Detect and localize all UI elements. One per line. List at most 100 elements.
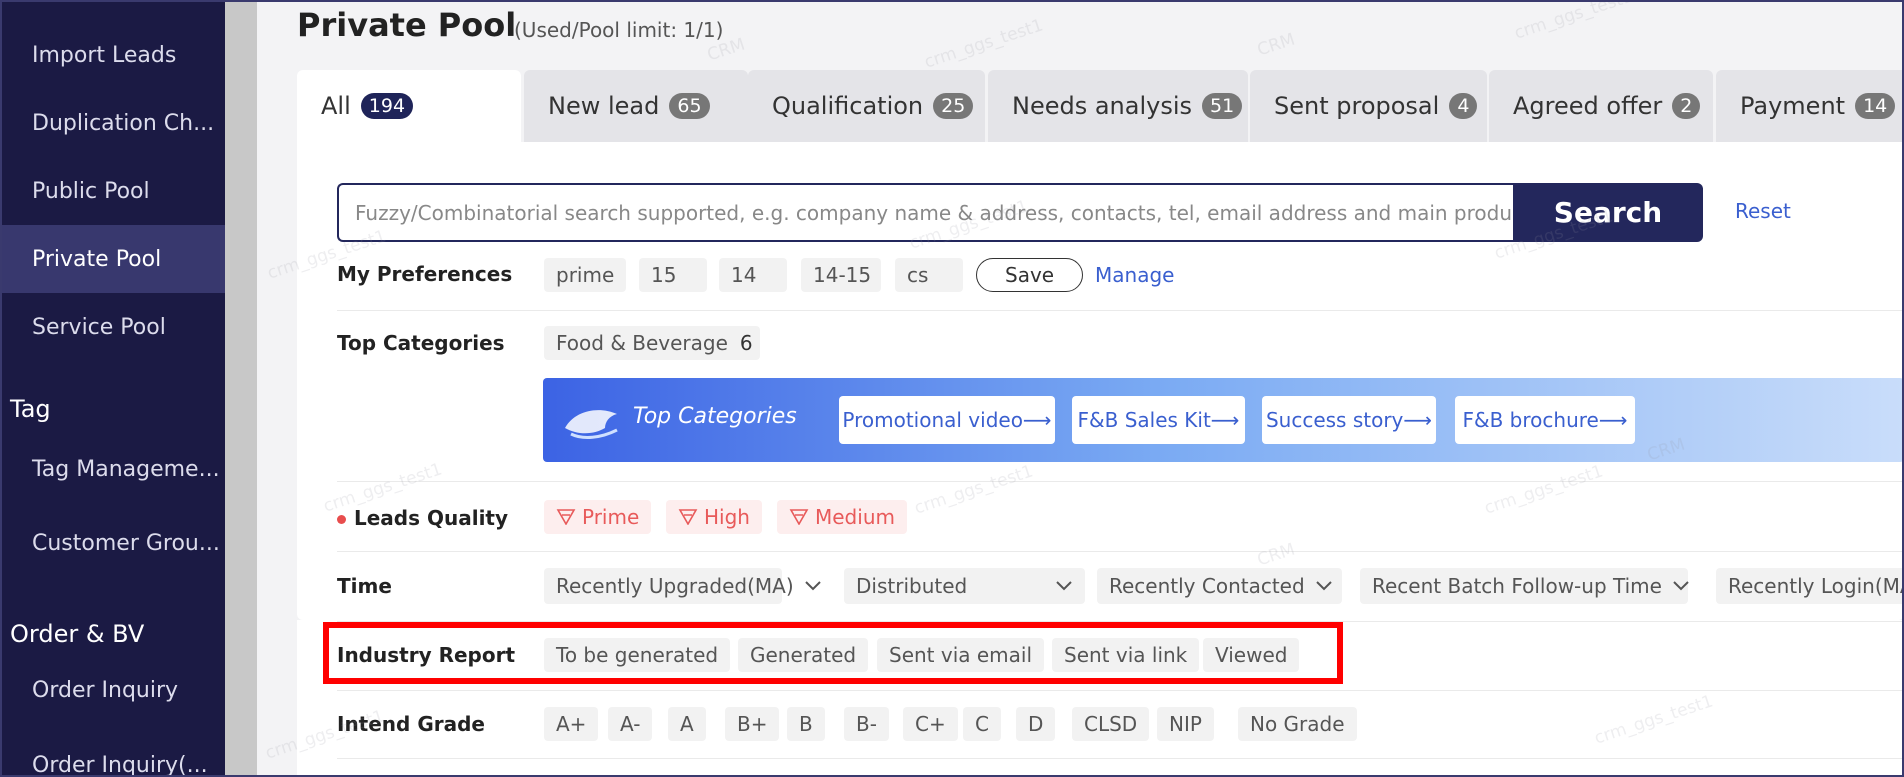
preference-chip[interactable]: 14-15 [801, 258, 881, 292]
tab-new-lead[interactable]: New lead 65 [524, 70, 748, 142]
sidebar-item-order-inquiry-2[interactable]: Order Inquiry(... [0, 731, 225, 777]
promotional-video-button[interactable]: Promotional video⟶ [839, 396, 1055, 444]
divider [337, 690, 1904, 691]
sidebar-item-order-inquiry[interactable]: Order Inquiry [0, 656, 225, 724]
tab-qualification[interactable]: Qualification 25 [748, 70, 985, 142]
grade-chip-b-plus[interactable]: B+ [725, 707, 780, 741]
leads-quality-label: Leads Quality [354, 506, 509, 530]
fb-brochure-button[interactable]: F&B brochure⟶ [1455, 396, 1635, 444]
sidebar-item-label: Customer Grou... [32, 530, 220, 556]
recent-batch-followup-dropdown[interactable]: Recent Batch Follow-up Time [1360, 568, 1689, 604]
dropdown-label: Recently Login(MA [1728, 574, 1904, 598]
sidebar-item-public-pool[interactable]: Public Pool [0, 157, 225, 225]
sidebar-scrollbar[interactable] [225, 0, 257, 777]
recently-login-dropdown[interactable]: Recently Login(MA [1716, 568, 1904, 604]
chevron-down-icon [1315, 581, 1332, 591]
save-preferences-button[interactable]: Save [976, 258, 1084, 292]
preference-chip[interactable]: 14 [719, 258, 787, 292]
grade-chip-d[interactable]: D [1016, 707, 1056, 741]
search-input[interactable]: Fuzzy/Combinatorial search supported, e.… [337, 183, 1532, 242]
diamond-icon [556, 509, 576, 525]
tab-needs-analysis[interactable]: Needs analysis 51 [988, 70, 1248, 142]
sidebar-item-duplication-check[interactable]: Duplication Ch... [0, 89, 225, 157]
report-chip-sent-via-email[interactable]: Sent via email [877, 638, 1045, 672]
banner-title: Top Categories [633, 404, 797, 429]
sidebar-item-label: Service Pool [32, 314, 166, 340]
tab-count-badge: 194 [360, 93, 414, 119]
sidebar-item-tag-management[interactable]: Tag Manageme... [0, 435, 225, 503]
sidebar-item-customer-group[interactable]: Customer Grou... [0, 509, 225, 577]
tab-count-badge: 2 [1672, 93, 1701, 119]
tab-label: Payment [1740, 92, 1846, 120]
divider [337, 621, 1904, 622]
tab-count-badge: 25 [933, 93, 974, 119]
sidebar-section-order: Order & BV [10, 620, 145, 648]
tab-sent-proposal[interactable]: Sent proposal 4 [1250, 70, 1487, 142]
sidebar-item-label: Import Leads [32, 42, 177, 68]
tab-all[interactable]: All 194 [297, 70, 521, 142]
tab-count-badge: 4 [1449, 93, 1478, 119]
report-chip-generated[interactable]: Generated [738, 638, 869, 672]
preference-chip[interactable]: 15 [639, 258, 707, 292]
grade-chip-b-minus[interactable]: B- [844, 707, 889, 741]
watermark: crm_ggs_test1 [1511, 0, 1636, 44]
grade-chip-c-plus[interactable]: C+ [903, 707, 958, 741]
grade-chip-c[interactable]: C [963, 707, 1001, 741]
grade-chip-b[interactable]: B [787, 707, 825, 741]
divider [337, 310, 1904, 311]
whale-icon [565, 410, 618, 439]
grade-chip-a-minus[interactable]: A- [608, 707, 653, 741]
tab-count-badge: 65 [669, 93, 710, 119]
category-chip-label: Food & Beverage [556, 331, 728, 355]
sidebar-item-label: Order Inquiry(... [32, 752, 208, 777]
search-button[interactable]: Search [1513, 183, 1703, 242]
tab-count-badge: 14 [1855, 93, 1896, 119]
sidebar: Import Leads Duplication Ch... Public Po… [0, 0, 225, 777]
sidebar-item-service-pool[interactable]: Service Pool [0, 293, 225, 361]
manage-link[interactable]: Manage [1095, 263, 1174, 287]
grade-chip-a[interactable]: A [668, 707, 706, 741]
dropdown-label: Distributed [856, 574, 968, 598]
sidebar-item-import-leads[interactable]: Import Leads [0, 21, 225, 89]
report-chip-viewed[interactable]: Viewed [1203, 638, 1300, 672]
sidebar-item-private-pool[interactable]: Private Pool [0, 225, 225, 293]
preference-chip[interactable]: cs [895, 258, 963, 292]
quality-chip-prime[interactable]: Prime [544, 500, 652, 534]
recently-upgraded-dropdown[interactable]: Recently Upgraded(MA) [544, 568, 821, 604]
tab-agreed-offer[interactable]: Agreed offer 2 [1489, 70, 1713, 142]
tab-count-badge: 51 [1202, 93, 1243, 119]
quality-label: High [704, 505, 750, 529]
quality-chip-high[interactable]: High [666, 500, 762, 534]
sidebar-item-label: Duplication Ch... [32, 110, 215, 136]
success-story-button[interactable]: Success story⟶ [1262, 396, 1436, 444]
intend-grade-label: Intend Grade [337, 712, 485, 736]
top-categories-label: Top Categories [337, 331, 505, 355]
report-chip-to-be-generated[interactable]: To be generated [544, 638, 731, 672]
time-label: Time [337, 574, 392, 598]
grade-chip-no-grade[interactable]: No Grade [1238, 707, 1357, 741]
top-categories-banner: Top Categories Promotional video⟶ F&B Sa… [543, 378, 1904, 462]
preference-chip[interactable]: prime [544, 258, 626, 292]
sidebar-item-label: Tag Manageme... [32, 456, 220, 482]
sidebar-item-label: Public Pool [32, 178, 150, 204]
grade-chip-clsd[interactable]: CLSD [1072, 707, 1150, 741]
fb-sales-kit-button[interactable]: F&B Sales Kit⟶ [1072, 396, 1245, 444]
watermark: crm_ggs_test1 [921, 15, 1046, 73]
report-chip-sent-via-link[interactable]: Sent via link [1052, 638, 1200, 672]
main-content: Private Pool (Used/Pool limit: 1/1) All 1… [257, 0, 1904, 777]
reset-link[interactable]: Reset [1735, 199, 1791, 223]
category-chip-food-beverage[interactable]: Food & Beverage 6 [544, 326, 760, 360]
tab-payment[interactable]: Payment 14 [1716, 70, 1904, 142]
quality-label: Prime [582, 505, 640, 529]
quality-label: Medium [815, 505, 895, 529]
quality-chip-medium[interactable]: Medium [777, 500, 907, 534]
recently-contacted-dropdown[interactable]: Recently Contacted [1097, 568, 1342, 604]
search-placeholder: Fuzzy/Combinatorial search supported, e.… [355, 200, 1532, 225]
tab-label: New lead [548, 92, 660, 120]
dropdown-label: Recent Batch Follow-up Time [1372, 574, 1662, 598]
grade-chip-nip[interactable]: NIP [1157, 707, 1214, 741]
dropdown-label: Recently Upgraded(MA) [556, 574, 794, 598]
grade-chip-a-plus[interactable]: A+ [544, 707, 599, 741]
distributed-dropdown[interactable]: Distributed [844, 568, 1085, 604]
industry-report-label: Industry Report [337, 643, 516, 667]
